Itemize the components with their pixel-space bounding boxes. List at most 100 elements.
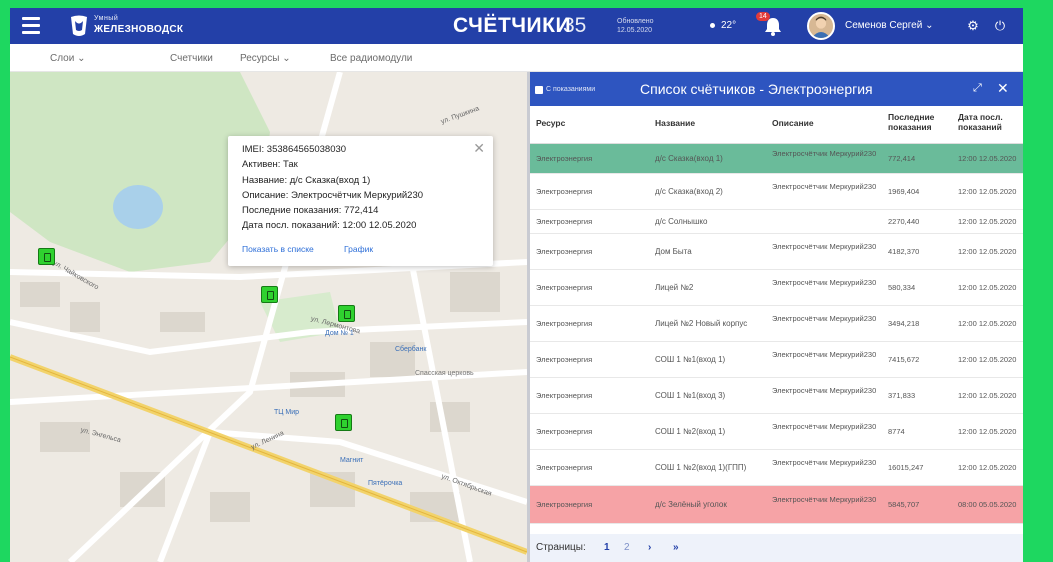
cell-last-value: 5845,707	[888, 500, 920, 509]
cell-last-date: 12:00 12.05.2020	[958, 217, 1017, 226]
app-window: Умный ЖЕЛЕЗНОВОДСК СЧЁТЧИКИ 35 Обновлено…	[10, 8, 1023, 562]
notifications-button[interactable]: 14	[756, 12, 784, 37]
power-icon[interactable]: ⏻	[992, 18, 1008, 34]
user-avatar-icon	[809, 14, 833, 38]
table-row[interactable]: Электроэнергия Дом Быта Электросчётчик Мер…	[530, 234, 1023, 270]
table-row[interactable]: Электроэнергия д/с Сказка(вход 2) Электрос…	[530, 174, 1023, 210]
cell-name: СОШ 1 №2(вход 1)(ГПП)	[655, 463, 747, 472]
cell-last-date: 12:00 12.05.2020	[958, 463, 1017, 472]
cell-name: д/с Зелёный уголок	[655, 500, 727, 509]
popup-name: Название: д/с Сказка(вход 1)	[242, 174, 371, 186]
cell-name: д/с Сказка(вход 1)	[655, 154, 723, 163]
cell-description: Электросчётчик Меркурий230	[772, 386, 877, 395]
table-row[interactable]: Электроэнергия СОШ 1 №1(вход 1) Электросчё…	[530, 342, 1023, 378]
subnav-resources[interactable]: Ресурсы ⌄	[240, 53, 291, 64]
last-page-icon[interactable]: »	[673, 542, 679, 553]
meter-marker[interactable]	[261, 286, 278, 303]
cell-description: Электросчётчик Меркурий230	[772, 149, 877, 158]
meter-marker[interactable]	[38, 248, 55, 265]
column-name[interactable]: Название	[655, 118, 695, 128]
popup-last-date: Дата посл. показаний: 12:00 12.05.2020	[242, 220, 417, 232]
cell-resource: Электроэнергия	[536, 217, 593, 226]
cell-name: д/с Солнышко	[655, 217, 708, 226]
page-1[interactable]: 1	[604, 542, 610, 553]
table-header: Ресурс Название Описание Последние показ…	[530, 106, 1023, 144]
table-row[interactable]: Электроэнергия СОШ 1 №2(вход 1) Электросчё…	[530, 414, 1023, 450]
cell-last-value: 3494,218	[888, 319, 920, 328]
meters-list-panel: С показаниями Список счётчиков - Электро…	[527, 72, 1023, 562]
table-row[interactable]: Электроэнергия д/с Сказка(вход 1) Электрос…	[530, 144, 1023, 174]
poi-label: Пятёрочка	[368, 480, 403, 487]
app-brand: СЧЁТЧИКИ	[453, 14, 572, 37]
pages-label: Страницы:	[536, 542, 586, 553]
avatar[interactable]	[807, 12, 835, 40]
cell-last-date: 12:00 12.05.2020	[958, 154, 1017, 163]
cell-resource: Электроэнергия	[536, 283, 593, 292]
update-label: Обновлено	[617, 18, 654, 25]
cell-last-date: 08:00 05.05.2020	[958, 500, 1017, 509]
expand-icon[interactable]: ⤢	[973, 82, 982, 95]
cell-last-value: 580,334	[888, 283, 916, 292]
page-2[interactable]: 2	[624, 542, 630, 553]
table-row[interactable]: Электроэнергия д/с Солнышко 2270,440 12:00 …	[530, 210, 1023, 234]
panel-title: Список счётчиков - Электроэнергия	[640, 81, 873, 97]
cell-resource: Электроэнергия	[536, 154, 593, 163]
cell-resource: Электроэнергия	[536, 500, 593, 509]
cell-name: СОШ 1 №2(вход 1)	[655, 427, 726, 436]
logo-top-text: Умный	[94, 15, 119, 22]
meter-marker[interactable]	[335, 414, 352, 431]
close-icon[interactable]: ✕	[997, 80, 1009, 97]
menu-icon[interactable]	[22, 17, 40, 35]
with-readings-checkbox[interactable]	[535, 86, 543, 94]
column-description[interactable]: Описание	[772, 118, 814, 128]
popup-last-value: Последние показания: 772,414	[242, 205, 379, 217]
cell-description: Электросчётчик Меркурий230	[772, 242, 877, 251]
popup-active: Активен: Так	[242, 159, 298, 171]
update-date: 12.05.2020	[617, 27, 653, 34]
app-brand-number: 35	[563, 14, 587, 37]
notification-badge: 14	[756, 12, 770, 21]
cell-resource: Электроэнергия	[536, 187, 593, 196]
next-page-icon[interactable]: ›	[648, 542, 651, 553]
gear-icon[interactable]: ⚙	[965, 18, 981, 34]
with-readings-label: С показаниями	[546, 86, 596, 93]
top-header: Умный ЖЕЛЕЗНОВОДСК СЧЁТЧИКИ 35 Обновлено…	[10, 8, 1023, 44]
subnav-radiomodules[interactable]: Все радиомодули	[330, 53, 412, 64]
subnav-layers[interactable]: Слои ⌄	[50, 53, 85, 64]
cell-name: Лицей №2 Новый корпус	[655, 319, 748, 328]
cell-last-date: 12:00 12.05.2020	[958, 355, 1017, 364]
table-row[interactable]: Электроэнергия СОШ 1 №2(вход 1)(ГПП) Элект…	[530, 450, 1023, 486]
cell-description: Электросчётчик Меркурий230	[772, 314, 877, 323]
cell-name: Дом Быта	[655, 247, 692, 256]
cell-name: Лицей №2	[655, 283, 694, 292]
column-last-date[interactable]: Дата посл. показаний	[958, 112, 1022, 132]
cell-description: Электросчётчик Меркурий230	[772, 458, 877, 467]
cell-last-value: 371,833	[888, 391, 916, 400]
meters-table-body: Электроэнергия д/с Сказка(вход 1) Электрос…	[530, 144, 1023, 524]
cell-last-date: 12:00 12.05.2020	[958, 247, 1017, 256]
table-row[interactable]: Электроэнергия д/с Зелёный уголок Электрос…	[530, 486, 1023, 524]
column-resource[interactable]: Ресурс	[536, 118, 565, 128]
poi-label: ТЦ Мир	[274, 409, 300, 416]
graph-link[interactable]: График	[344, 244, 373, 254]
table-row[interactable]: Электроэнергия Лицей №2 Электросчётчик Мер…	[530, 270, 1023, 306]
map-view[interactable]: ул. Чайковского ул. Ленина ул. Лермонтов…	[10, 72, 527, 562]
close-icon[interactable]: ✕	[473, 140, 485, 157]
column-last-value[interactable]: Последние показания	[888, 112, 946, 132]
table-row[interactable]: Электроэнергия СОШ 1 №1(вход 3) Электросчё…	[530, 378, 1023, 414]
subnav-meters[interactable]: Счетчики	[170, 53, 213, 64]
poi-label: Сбербанк	[395, 346, 427, 353]
cell-name: д/с Сказка(вход 2)	[655, 187, 723, 196]
cell-last-date: 12:00 12.05.2020	[958, 283, 1017, 292]
panel-header: С показаниями Список счётчиков - Электро…	[530, 72, 1023, 106]
cell-last-value: 2270,440	[888, 217, 920, 226]
sub-navigation: Слои ⌄ Счетчики Ресурсы ⌄ Все радиомодул…	[10, 44, 1023, 72]
show-in-list-link[interactable]: Показать в списке	[242, 244, 314, 254]
cell-last-date: 12:00 12.05.2020	[958, 319, 1017, 328]
logo[interactable]: Умный ЖЕЛЕЗНОВОДСК	[68, 13, 183, 39]
table-row[interactable]: Электроэнергия Лицей №2 Новый корпус Элект…	[530, 306, 1023, 342]
cell-resource: Электроэнергия	[536, 355, 593, 364]
user-menu[interactable]: Семенов Сергей ⌄	[845, 20, 933, 31]
cell-last-date: 12:00 12.05.2020	[958, 187, 1017, 196]
meter-marker[interactable]	[338, 305, 355, 322]
